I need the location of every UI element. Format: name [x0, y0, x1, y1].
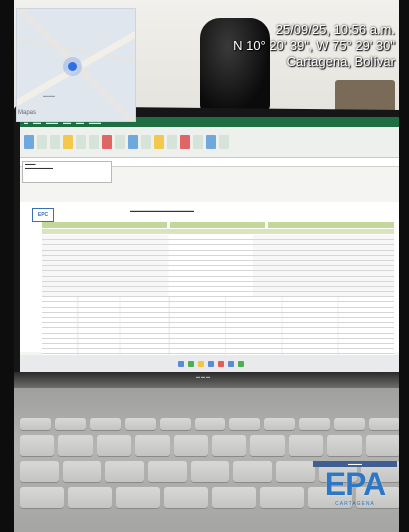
- keyboard-key[interactable]: [260, 487, 304, 508]
- geotag-coordinates: N 10° 20' 39", W 75° 29' 30": [233, 38, 395, 53]
- ribbon-button[interactable]: [206, 135, 216, 149]
- geotag-datetime: 25/09/25, 10:56 a.m.: [275, 22, 395, 37]
- keyboard-key[interactable]: [212, 435, 247, 456]
- location-pin-icon: [68, 62, 77, 71]
- geotag-location: Cartagena, Bolívar: [286, 54, 395, 69]
- keyboard-key[interactable]: [96, 435, 132, 456]
- ribbon-button[interactable]: [141, 135, 151, 149]
- data-rows: [42, 235, 394, 365]
- keyboard-key[interactable]: [20, 435, 55, 456]
- keyboard-key[interactable]: [212, 487, 256, 508]
- spreadsheet: EPC ▬▬▬▬▬▬▬▬▬▬▬▬▬▬▬▬: [20, 202, 402, 365]
- keyboard-key[interactable]: [327, 435, 362, 456]
- function-key[interactable]: [334, 418, 366, 430]
- edge-icon[interactable]: [208, 360, 214, 367]
- ribbon-button[interactable]: [37, 135, 47, 149]
- start-icon[interactable]: [178, 360, 184, 367]
- ribbon-button[interactable]: [115, 135, 125, 149]
- keyboard-key[interactable]: [190, 461, 230, 482]
- app-icon[interactable]: [228, 360, 234, 367]
- keyboard-key[interactable]: [233, 461, 273, 482]
- function-key[interactable]: [264, 418, 296, 430]
- laptop-brand: ▬▬▬: [196, 374, 211, 379]
- header-salidas: [170, 222, 265, 228]
- keyboard-key[interactable]: [276, 461, 315, 482]
- ribbon-button[interactable]: [89, 135, 99, 149]
- header-inventario: [268, 222, 394, 228]
- ribbon-button[interactable]: [167, 135, 177, 149]
- epa-logo-text: EPA: [324, 466, 386, 502]
- ribbon-button[interactable]: [180, 135, 190, 149]
- ribbon-button[interactable]: [193, 135, 203, 149]
- ribbon-button[interactable]: [128, 135, 138, 149]
- ribbon-button[interactable]: [50, 135, 60, 149]
- function-key[interactable]: [369, 418, 400, 430]
- laptop-screen: ▬ ▬▬ ▬▬▬ ▬▬ ▬▬ ▬▬▬ ▬▬▬ ▬▬▬▬▬▬▬▬ EPC ▬▬▬▬…: [20, 117, 402, 372]
- excel-ribbon: [20, 127, 402, 158]
- keyboard-key[interactable]: [148, 461, 187, 482]
- ribbon-button[interactable]: [76, 135, 86, 149]
- keyboard-key[interactable]: [58, 435, 93, 456]
- company-logo: EPC: [32, 208, 54, 222]
- function-key[interactable]: [20, 418, 51, 430]
- ribbon-button[interactable]: [24, 135, 34, 149]
- keyboard-key[interactable]: [250, 435, 285, 456]
- map-streets: ▬▬▬: [43, 93, 55, 98]
- geotag-overlay: 25/09/25, 10:56 a.m. N 10° 20' 39", W 75…: [233, 22, 395, 70]
- function-key[interactable]: [229, 418, 261, 430]
- function-key[interactable]: [54, 418, 86, 430]
- keyboard-key[interactable]: [20, 487, 64, 508]
- keyboard-key[interactable]: [68, 487, 112, 508]
- function-key[interactable]: [89, 418, 121, 430]
- keyboard-key[interactable]: [173, 435, 209, 456]
- frame-right: [399, 0, 409, 532]
- windows-taskbar: [20, 355, 402, 372]
- header-entradas: [42, 222, 167, 228]
- excel-icon[interactable]: [188, 360, 194, 367]
- keyboard-key[interactable]: [365, 435, 401, 456]
- map-label: Mapas: [18, 110, 37, 116]
- photo: ▬ ▬▬ ▬▬▬ ▬▬ ▬▬ ▬▬▬ ▬▬▬ ▬▬▬▬▬▬▬▬ EPC ▬▬▬▬…: [0, 0, 409, 532]
- keyboard-key[interactable]: [135, 435, 170, 456]
- function-key[interactable]: [159, 418, 191, 430]
- keyboard-key[interactable]: [288, 435, 324, 456]
- keyboard-key[interactable]: [116, 487, 160, 508]
- function-key[interactable]: [124, 418, 156, 430]
- ribbon-button[interactable]: [102, 135, 112, 149]
- keyboard-key[interactable]: [62, 461, 102, 482]
- ribbon-button[interactable]: [63, 135, 73, 149]
- function-key[interactable]: [299, 418, 331, 430]
- frame-left: [0, 0, 14, 532]
- function-key[interactable]: [194, 418, 226, 430]
- keyboard-key[interactable]: [105, 461, 145, 482]
- app-icon[interactable]: [218, 360, 224, 367]
- epa-logo: ▬▬▬▬ EPA CARTAGENA: [313, 461, 397, 521]
- sheet-title: ▬▬▬▬▬▬▬▬▬▬▬▬▬▬▬▬: [130, 208, 194, 213]
- ribbon-button[interactable]: [154, 135, 164, 149]
- ribbon-button[interactable]: [219, 135, 229, 149]
- ribbon-tooltip: ▬▬▬ ▬▬▬▬▬▬▬▬: [22, 161, 112, 183]
- app-icon[interactable]: [238, 360, 244, 367]
- keyboard-key[interactable]: [164, 487, 208, 508]
- keyboard-key[interactable]: [20, 461, 59, 482]
- column-headers: [42, 229, 394, 234]
- folder-icon[interactable]: [198, 360, 204, 367]
